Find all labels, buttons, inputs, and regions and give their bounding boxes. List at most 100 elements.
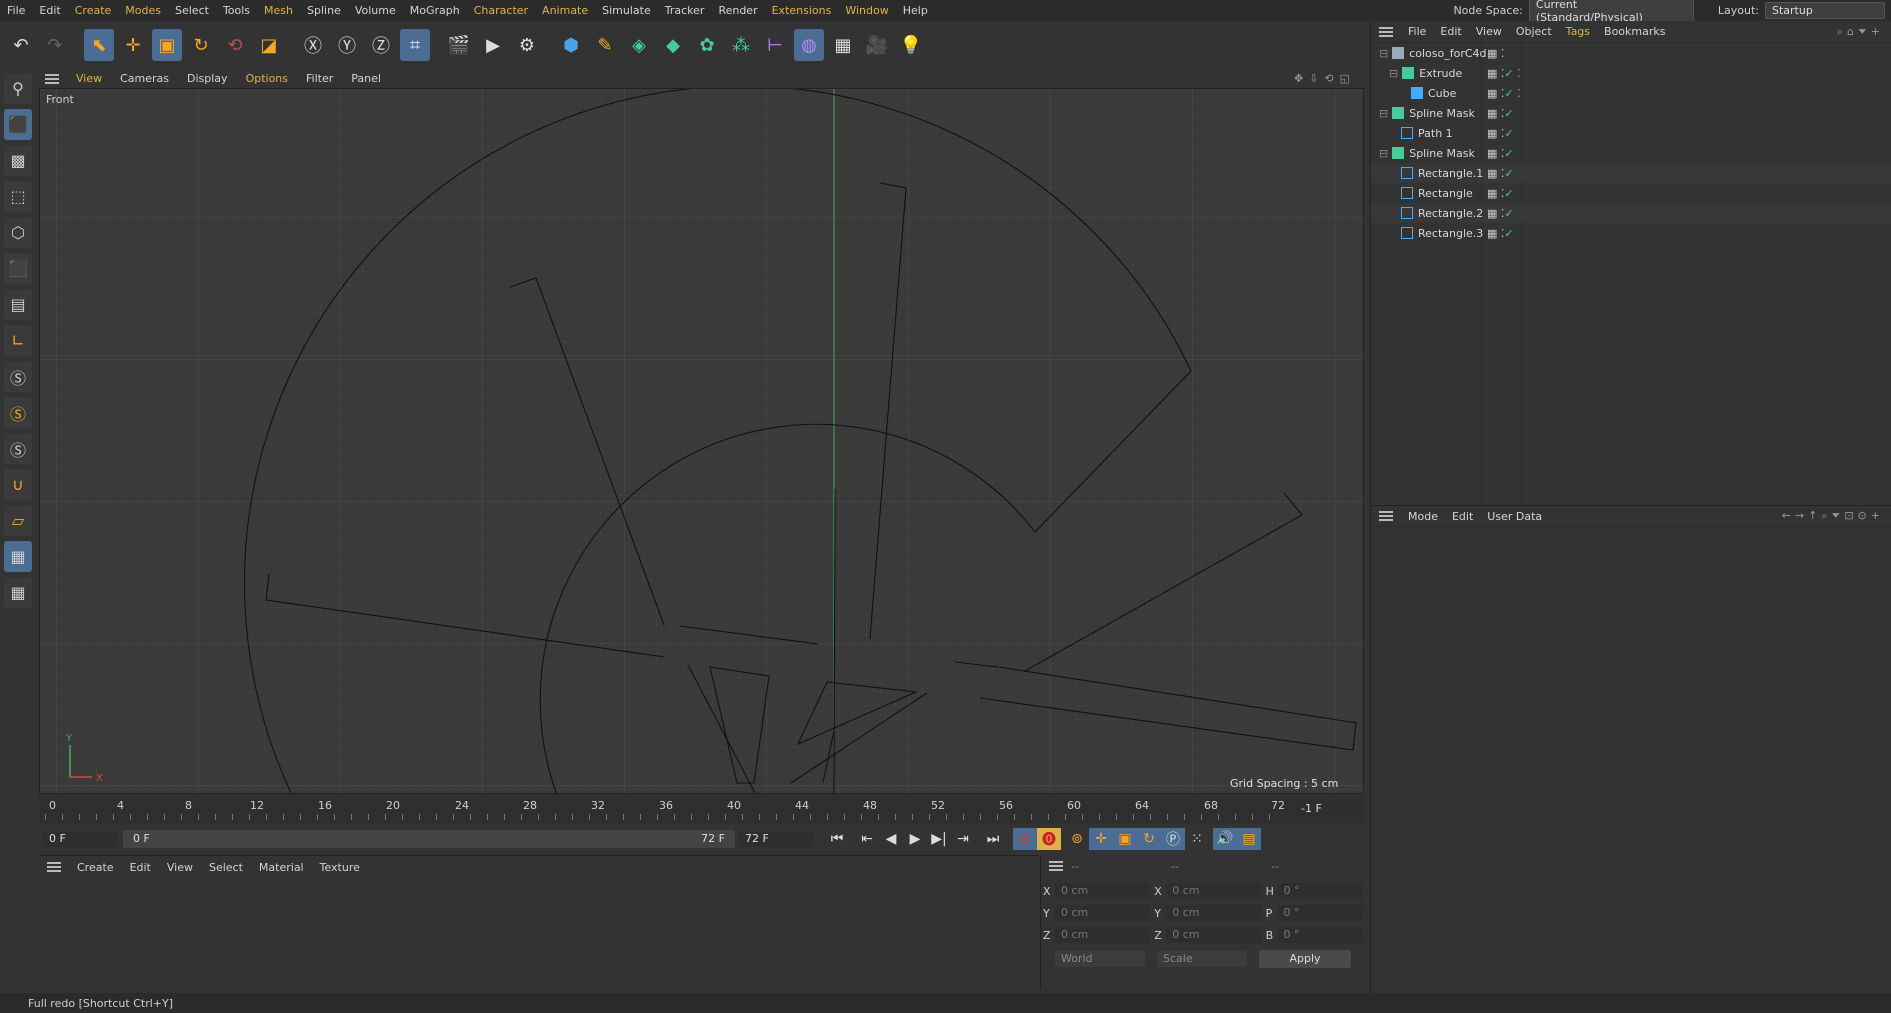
viewport-menu-filter[interactable]: Filter [297, 72, 342, 85]
move-tool-icon[interactable]: ✛ [118, 29, 148, 61]
light-icon[interactable]: 💡 [896, 29, 926, 61]
object-row[interactable]: ⊟ Extrude ▦ ⁚✓ ⁚ [1371, 63, 1891, 83]
pen-icon[interactable]: ✎ [590, 29, 620, 61]
attributes-menu-edit[interactable]: Edit [1445, 510, 1480, 523]
field-icon[interactable]: ◍ [794, 29, 824, 61]
go-to-start-icon[interactable]: ⏮ [825, 828, 849, 850]
render-settings-icon[interactable]: ⚙ [512, 29, 542, 61]
objects-menu-tags[interactable]: Tags [1559, 25, 1597, 38]
menu-edit[interactable]: Edit [32, 4, 67, 17]
record-icon[interactable]: ⊘ [1013, 828, 1037, 850]
locked-workplane-icon[interactable]: ▦ [4, 541, 32, 572]
texture-mode-icon[interactable]: ▩ [4, 145, 32, 176]
rotate-tool-icon[interactable]: ↻ [186, 29, 216, 61]
menu-volume[interactable]: Volume [348, 4, 403, 17]
size-x-field[interactable]: 0 cm [1166, 883, 1262, 899]
start-frame-field[interactable]: 0 F [43, 831, 117, 847]
undo-icon[interactable]: ↶ [6, 29, 36, 61]
visibility-icon[interactable]: ▦ ⁚✓ ⁚ [1487, 87, 1521, 100]
objects-menu-file[interactable]: File [1401, 25, 1433, 38]
objects-toolbar-icons[interactable]: ⌕⌂⏷+ [1830, 25, 1891, 39]
live-select-icon[interactable]: ⟲ [220, 29, 250, 61]
render-view-icon[interactable]: ▶ [478, 29, 508, 61]
prev-key-icon[interactable]: ⇤ [855, 828, 879, 850]
key-param-icon[interactable]: Ⓟ [1161, 828, 1185, 850]
edges-mode-icon[interactable]: ⬡ [4, 217, 32, 248]
redo-icon[interactable]: ↷ [40, 29, 70, 61]
viewport[interactable]: Front Grid Spacing : 5 cm Y X [39, 88, 1364, 794]
material-menu-material[interactable]: Material [251, 861, 312, 874]
menu-tools[interactable]: Tools [216, 4, 257, 17]
solo-off-icon[interactable]: Ⓢ [4, 433, 32, 464]
rot-p-field[interactable]: 0 ° [1277, 905, 1363, 921]
object-row[interactable]: Rectangle.2 ▦ ⁚✓ [1371, 203, 1891, 223]
key-position-icon[interactable]: ✛ [1089, 828, 1113, 850]
workplane-icon[interactable]: ▱ [4, 505, 32, 536]
mograph-icon[interactable]: ⁂ [726, 29, 756, 61]
object-row[interactable]: Rectangle.1 ▦ ⁚✓ [1371, 163, 1891, 183]
coord-mode-dropdown[interactable]: Scale [1157, 951, 1247, 967]
snap-icon[interactable]: ∪ [4, 469, 32, 500]
object-row[interactable]: Cube ▦ ⁚✓ ⁚ [1371, 83, 1891, 103]
deformer-icon[interactable]: ⊢ [760, 29, 790, 61]
world-coord-icon[interactable]: ⌗ [400, 29, 430, 61]
rot-b-field[interactable]: 0 ° [1277, 927, 1363, 943]
transform-icon[interactable]: ◪ [254, 29, 284, 61]
visibility-icon[interactable]: ▦ ⁚✓ [1487, 187, 1514, 200]
autokey-icon[interactable]: ⓿ [1037, 828, 1061, 850]
visibility-icon[interactable]: ▦ ⁚✓ [1487, 227, 1514, 240]
solo-icon[interactable]: Ⓢ [4, 361, 32, 392]
attributes-menu-user-data[interactable]: User Data [1480, 510, 1549, 523]
pos-x-field[interactable]: 0 cm [1054, 883, 1151, 899]
visibility-icon[interactable]: ▦ ⁚✓ [1487, 147, 1514, 160]
menu-spline[interactable]: Spline [300, 4, 348, 17]
objects-menu-object[interactable]: Object [1509, 25, 1559, 38]
keyframe-selection-icon[interactable]: ⊚ [1065, 828, 1089, 850]
z-axis-icon[interactable]: Ⓩ [366, 29, 396, 61]
axis-mode-icon[interactable]: ∟ [4, 325, 32, 356]
points-mode-icon[interactable]: ⬚ [4, 181, 32, 212]
attributes-menu-mode[interactable]: Mode [1401, 510, 1445, 523]
objects-menu-view[interactable]: View [1469, 25, 1509, 38]
layout-dropdown[interactable]: Startup [1765, 2, 1885, 19]
menu-animate[interactable]: Animate [535, 4, 595, 17]
material-menu-view[interactable]: View [159, 861, 201, 874]
subdivision-icon[interactable]: ◈ [624, 29, 654, 61]
menu-modes[interactable]: Modes [118, 4, 168, 17]
viewport-menu-options[interactable]: Options [237, 72, 297, 85]
current-frame-field[interactable]: -1 F [1295, 801, 1361, 817]
viewport-hamburger-icon[interactable] [45, 73, 59, 84]
material-menu-edit[interactable]: Edit [122, 861, 159, 874]
solo-hierarchy-icon[interactable]: Ⓢ [4, 397, 32, 428]
key-pla-icon[interactable]: ⁙ [1185, 828, 1209, 850]
key-scale-icon[interactable]: ▣ [1113, 828, 1137, 850]
menu-tracker[interactable]: Tracker [658, 4, 712, 17]
viewport-menu-panel[interactable]: Panel [342, 72, 390, 85]
size-y-field[interactable]: 0 cm [1166, 905, 1262, 921]
cloner-icon[interactable]: ✿ [692, 29, 722, 61]
menu-file[interactable]: File [0, 4, 32, 17]
menu-render[interactable]: Render [711, 4, 764, 17]
frame-range-slider[interactable]: 0 F 72 F [123, 830, 735, 848]
go-to-end-icon[interactable]: ⏭ [981, 828, 1005, 850]
cube-icon[interactable]: ⬢ [556, 29, 586, 61]
size-z-field[interactable]: 0 cm [1166, 927, 1262, 943]
timeline-ruler[interactable]: 0 4 8 12 16 20 24 28 32 36 40 44 48 52 5… [39, 794, 1364, 824]
pos-z-field[interactable]: 0 cm [1054, 927, 1151, 943]
pos-y-field[interactable]: 0 cm [1054, 905, 1151, 921]
viewport-menu-cameras[interactable]: Cameras [111, 72, 178, 85]
menu-mesh[interactable]: Mesh [257, 4, 300, 17]
material-menu-create[interactable]: Create [69, 861, 122, 874]
menu-create[interactable]: Create [68, 4, 119, 17]
make-editable-icon[interactable]: ⚲ [4, 73, 32, 104]
viewport-menu-view[interactable]: View [67, 72, 111, 85]
menu-window[interactable]: Window [838, 4, 895, 17]
visibility-icon[interactable]: ▦ ⁚✓ ⁚ [1487, 67, 1521, 80]
polygons-mode-icon[interactable]: ⬛ [4, 253, 32, 284]
uv-mode-icon[interactable]: ▤ [4, 289, 32, 320]
timeline-window-icon[interactable]: ▤ [1237, 828, 1261, 850]
coord-system-dropdown[interactable]: World [1055, 951, 1145, 967]
object-row[interactable]: ⊟ Spline Mask ▦ ⁚✓ [1371, 143, 1891, 163]
next-key-icon[interactable]: ⇥ [951, 828, 975, 850]
objects-hamburger-icon[interactable] [1379, 26, 1393, 37]
